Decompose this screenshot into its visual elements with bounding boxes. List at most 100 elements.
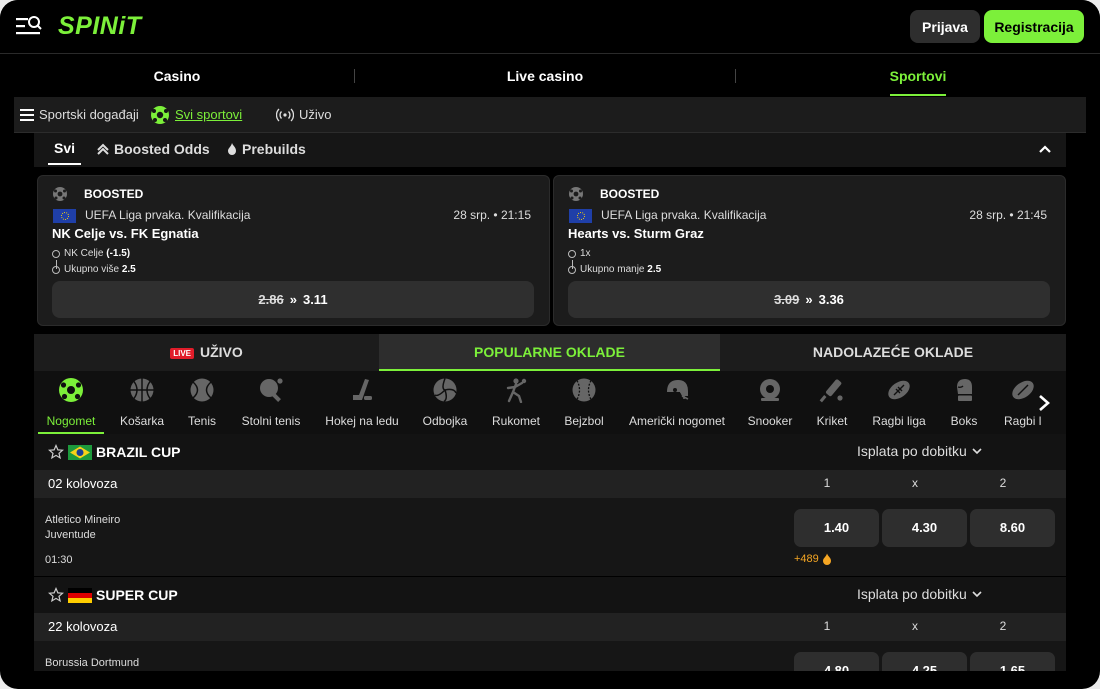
event-row[interactable]: Atletico Mineiro Juventude 01:30 +489 1.… [34,498,1066,576]
competition-header: SUPER CUP Isplata po dobitku [34,577,1066,613]
tab-live[interactable]: LIVE UŽIVO [34,334,379,371]
tab-upcoming[interactable]: NADOLAZEĆE OKLADE [720,334,1066,371]
eu-flag-icon [53,209,76,223]
sports-carousel: Nogomet Košarka Tenis Stolni tenis Hokej… [34,371,1066,434]
sport-cricket[interactable]: Kriket [810,371,854,434]
sport-snooker[interactable]: Snooker [742,371,798,434]
bet-segment-tabs: LIVE UŽIVO POPULARNE OKLADE NADOLAZEĆE OK… [34,334,1066,371]
sub-nav-live[interactable]: Uživo [276,97,332,133]
register-button[interactable]: Registracija [984,10,1084,43]
odds-button-home[interactable]: 4.80 [794,652,879,671]
odds-button-away[interactable]: 8.60 [970,509,1055,547]
payout-label: Isplata po dobitku [857,443,967,459]
football-icon [569,187,583,201]
event-row[interactable]: Borussia Dortmund 4.80 4.25 1.65 [34,641,1066,671]
sport-volleyball[interactable]: Odbojka [418,371,472,434]
boost-arrow-icon: » [289,292,297,307]
filter-bar: Svi Boosted Odds Prebuilds [34,133,1066,167]
event-date: 02 kolovoza [48,476,118,491]
germany-flag-icon [68,588,92,603]
boost-chevron-icon [97,143,109,155]
odds-button-away[interactable]: 1.65 [970,652,1055,671]
payout-dropdown[interactable]: Isplata po dobitku [857,443,983,459]
star-icon[interactable] [48,444,64,460]
basketball-icon [130,378,154,402]
tab-live-casino[interactable]: Live casino [355,55,735,97]
match-title[interactable]: NK Celje vs. FK Egnatia [52,226,199,241]
chevron-down-icon [972,591,982,598]
sport-ice-hockey[interactable]: Hokej na ledu [318,371,406,434]
sport-label: Ragbi l [1004,414,1042,428]
boosted-odds-button[interactable]: 3.09 » 3.36 [568,281,1050,318]
new-odds: 3.36 [818,292,844,307]
sport-baseball[interactable]: Bejzbol [558,371,610,434]
football-icon [59,378,83,402]
football-icon [53,187,67,201]
sub-nav-label: Sportski događaji [39,107,139,122]
home-team: Atletico Mineiro [45,514,121,526]
league-name: UEFA Liga prvaka. Kvalifikacija [601,208,767,222]
sport-label: Stolni tenis [241,414,301,428]
sport-boxing[interactable]: Boks [942,371,986,434]
competition-name: BRAZIL CUP [96,444,181,460]
sport-label: Ragbi liga [872,414,926,428]
sport-label: Rukomet [491,414,541,428]
star-icon[interactable] [48,587,64,603]
boosted-card[interactable]: BOOSTED UEFA Liga prvaka. Kvalifikacija … [37,175,550,326]
hockey-stick-icon [353,379,372,400]
sport-football[interactable]: Nogomet [38,371,104,434]
old-odds: 2.86 [258,292,284,307]
broadcast-icon [276,108,294,122]
column-header-home: 1 [823,619,831,633]
tab-casino[interactable]: Casino [0,55,354,97]
sport-american-football[interactable]: Američki nogomet [622,371,732,434]
cricket-bat-icon [819,379,843,403]
more-markets-link[interactable]: +489 [794,553,832,565]
login-button[interactable]: Prijava [910,10,980,43]
handball-player-icon [506,378,527,403]
filter-all[interactable]: Svi [48,133,82,165]
brand-logo[interactable]: SPINiT [58,12,142,41]
odds-button-draw[interactable]: 4.25 [882,652,967,671]
sub-nav-all-sports[interactable]: Svi sportovi [150,97,242,133]
snooker-ball-icon [760,379,780,401]
chevron-right-icon[interactable] [1034,393,1054,413]
tennis-ball-icon [190,378,214,402]
sport-tennis[interactable]: Tenis [180,371,224,434]
bet-leg-1: NK Celje (-1.5) [64,248,131,259]
menu-search-icon[interactable] [16,15,42,37]
column-header-away: 2 [999,619,1007,633]
boosted-card[interactable]: BOOSTED UEFA Liga prvaka. Kvalifikacija … [553,175,1066,326]
column-header-home: 1 [823,476,831,490]
tab-popular[interactable]: POPULARNE OKLADE [379,334,720,371]
sport-label: Američki nogomet [628,414,726,428]
payout-dropdown[interactable]: Isplata po dobitku [857,586,983,602]
old-odds: 3.09 [774,292,800,307]
football-helmet-icon [667,380,689,400]
odds-button-home[interactable]: 1.40 [794,509,879,547]
live-badge: LIVE [170,347,194,359]
eu-flag-icon [569,209,592,223]
leg-marker [568,250,576,258]
match-date: 28 srp. • 21:15 [453,208,531,222]
sport-table-tennis[interactable]: Stolni tenis [236,371,306,434]
match-title[interactable]: Hearts vs. Sturm Graz [568,226,704,241]
filter-prebuilds[interactable]: Prebuilds [226,133,306,165]
football-icon [151,106,169,124]
filter-boosted-odds[interactable]: Boosted Odds [96,133,210,165]
sub-nav-label: Svi sportovi [175,107,243,122]
sport-handball[interactable]: Rukomet [486,371,546,434]
chevron-up-icon[interactable] [1038,142,1052,156]
sport-rugby-league[interactable]: Ragbi liga [868,371,930,434]
tab-sportovi[interactable]: Sportovi [736,55,1100,97]
odds-button-draw[interactable]: 4.30 [882,509,967,547]
top-header: SPINiT Prijava Registracija [0,0,1100,54]
sport-label: Odbojka [422,414,468,428]
app-frame: SPINiT Prijava Registracija Casino Live … [0,0,1100,689]
boosted-label: BOOSTED [84,187,144,201]
sport-basketball[interactable]: Košarka [114,371,170,434]
column-header-away: 2 [999,476,1007,490]
sub-nav-sports-events[interactable]: Sportski događaji [20,97,139,133]
rugby-ball-icon [1012,380,1034,400]
boosted-odds-button[interactable]: 2.86 » 3.11 [52,281,534,318]
